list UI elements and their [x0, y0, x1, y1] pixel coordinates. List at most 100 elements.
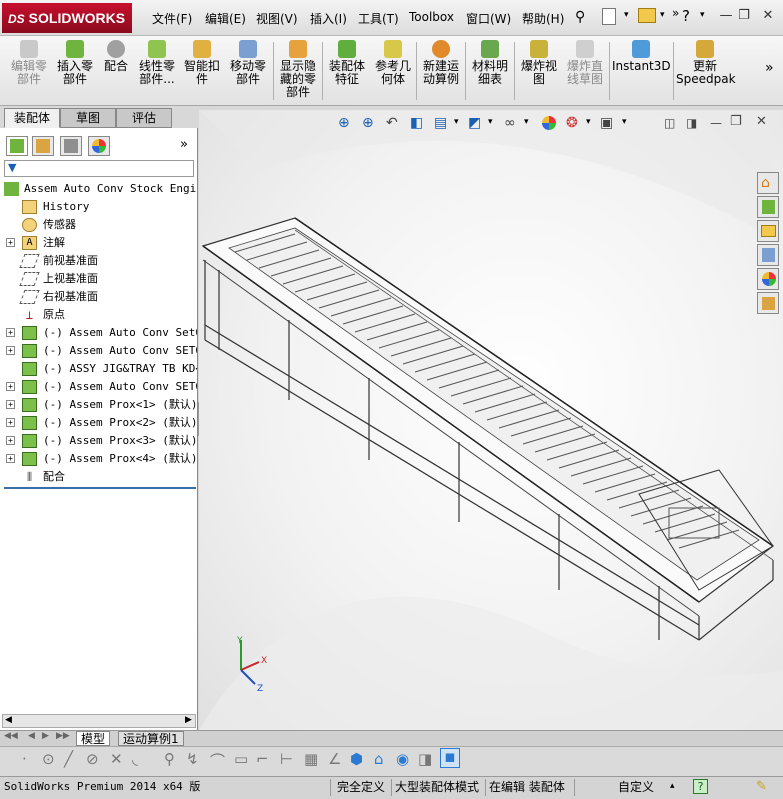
smart-fasteners-button[interactable]: 智能扣 件 — [182, 40, 222, 86]
sketch-fillet-icon[interactable]: ◟ — [132, 750, 138, 768]
tree-item-history[interactable]: History — [0, 198, 197, 216]
expand-toggle[interactable]: + — [6, 238, 15, 247]
rebuild-icon[interactable]: ✎ — [756, 779, 767, 794]
chevron-down-icon[interactable]: ▾ — [488, 117, 493, 127]
double-chevron-icon[interactable]: » — [672, 6, 679, 20]
new-document-icon[interactable] — [602, 8, 616, 25]
view-orientation-icon[interactable]: ◩ — [468, 115, 481, 131]
insert-component-button[interactable]: 插入零 部件 — [54, 40, 96, 86]
minimize-button[interactable]: — — [718, 8, 734, 24]
expand-toggle[interactable]: + — [6, 436, 15, 445]
taskpane-home-tab[interactable]: ⌂ — [757, 172, 779, 194]
centerline-icon[interactable]: ⊘ — [86, 750, 99, 768]
tree-root-assembly[interactable]: Assem Auto Conv Stock Engine — [0, 180, 197, 198]
tree-item-subassembly[interactable]: (-) ASSY JIG&TRAY TB KD<1> — [0, 360, 197, 378]
status-units[interactable]: 自定义 — [618, 778, 654, 796]
previous-view-icon[interactable]: ↶ — [386, 115, 398, 131]
assembly-features-button[interactable]: 装配体 特征 — [326, 40, 368, 86]
tree-item-sensors[interactable]: 传感器 — [0, 216, 197, 234]
exploded-view-button[interactable]: 爆炸视 图 — [518, 40, 560, 86]
solidworks-logo[interactable]: DS SOLIDWORKS — [2, 3, 132, 33]
chevron-down-icon[interactable]: ▾ — [586, 117, 591, 127]
view-settings-icon[interactable]: ▣ — [600, 115, 613, 131]
chevron-up-icon[interactable]: ▴ — [670, 781, 675, 791]
expand-toggle[interactable]: + — [6, 454, 15, 463]
zoom-to-area-icon[interactable]: ⊕ — [362, 115, 374, 131]
shaded-cube-icon[interactable]: ◼ — [440, 748, 460, 768]
expand-toggle[interactable]: + — [6, 418, 15, 427]
mate-button[interactable]: 配合 — [101, 40, 131, 73]
pin-icon[interactable]: ⚲ — [575, 9, 585, 25]
tree-item-mates[interactable]: ⦀ 配合 — [0, 468, 197, 486]
expand-panel-icon[interactable]: » — [180, 137, 188, 152]
expand-toggle[interactable]: + — [6, 382, 15, 391]
open-folder-icon[interactable] — [638, 8, 656, 23]
expand-toggle[interactable]: + — [6, 328, 15, 337]
tree-filter-box[interactable]: ▼ — [4, 160, 194, 177]
close-button[interactable]: ✕ — [760, 8, 776, 24]
menu-view[interactable]: 视图(V) — [256, 10, 298, 27]
revolve-icon[interactable]: ⌂ — [374, 750, 384, 768]
expand-toggle[interactable]: + — [6, 346, 15, 355]
tree-item-origin[interactable]: ⊥ 原点 — [0, 306, 197, 324]
taskpane-file-explorer-tab[interactable] — [757, 220, 779, 242]
doc-restore-button[interactable]: ❐ — [730, 114, 742, 129]
linear-pattern-button[interactable]: 线性零 部件... — [136, 40, 178, 86]
chevron-down-icon[interactable]: ▾ — [524, 117, 529, 127]
taskpane-design-library-tab[interactable] — [757, 196, 779, 218]
line-icon[interactable]: ╱ — [64, 750, 73, 768]
expand-toggle[interactable]: + — [6, 400, 15, 409]
doc-minimize-button[interactable]: — — [710, 116, 722, 130]
chevron-down-icon[interactable]: ▾ — [454, 117, 459, 127]
chevron-down-icon[interactable]: ▾ — [700, 10, 705, 20]
status-help-icon[interactable]: ? — [693, 779, 708, 794]
tab-motion-study[interactable]: 运动算例1 — [118, 731, 184, 746]
reference-geometry-button[interactable]: 参考几 何体 — [372, 40, 414, 86]
zoom-to-fit-icon[interactable]: ⊕ — [338, 115, 350, 131]
angle-icon[interactable]: ∠ — [328, 750, 341, 768]
corner-rectangle-icon[interactable]: ⌐ — [256, 750, 269, 768]
configuration-manager-tab[interactable] — [60, 136, 82, 156]
menu-file[interactable]: 文件(F) — [152, 10, 192, 27]
move-component-button[interactable]: 移动零 部件 — [227, 40, 269, 86]
grid-icon[interactable]: ▦ — [304, 750, 318, 768]
scroll-left-icon[interactable]: ◀ — [5, 715, 12, 725]
tree-item-right-plane[interactable]: 右视基准面 — [0, 288, 197, 306]
apply-scene-icon[interactable]: ❂ — [566, 115, 578, 131]
menu-window[interactable]: 窗口(W) — [466, 10, 511, 27]
tree-horizontal-scrollbar[interactable]: ◀ ▶ — [2, 714, 196, 728]
update-speedpak-button[interactable]: 更新 Speedpak — [676, 40, 736, 86]
point-icon[interactable]: · — [22, 750, 27, 768]
new-motion-study-button[interactable]: 新建运 动算例 — [420, 40, 462, 86]
restore-button[interactable]: ❐ — [736, 8, 752, 24]
offset-icon[interactable]: ⌒ — [210, 750, 225, 771]
tree-item-subassembly[interactable]: + (-) Assem Prox<2> (默认) — [0, 414, 197, 432]
menu-insert[interactable]: 插入(I) — [310, 10, 347, 27]
scroll-right-icon[interactable]: ▶ — [185, 715, 192, 725]
display-manager-tab[interactable] — [88, 136, 110, 156]
tab-assembly[interactable]: 装配体 — [4, 108, 60, 128]
chevron-down-icon[interactable]: ▾ — [660, 10, 665, 20]
tree-item-front-plane[interactable]: 前视基准面 — [0, 252, 197, 270]
menu-toolbox[interactable]: Toolbox — [409, 10, 454, 24]
help-question-icon[interactable]: ? — [682, 7, 690, 25]
display-style-icon[interactable]: ∞ — [504, 115, 516, 131]
chevron-down-icon[interactable]: ▾ — [624, 10, 629, 20]
tab-scroll-next-icon[interactable]: ▶ — [42, 731, 49, 741]
mirror-icon[interactable]: ⚲ — [164, 750, 175, 768]
edit-component-button[interactable]: 编辑零 部件 — [8, 40, 50, 86]
graphics-area[interactable]: Y X Z — [199, 110, 783, 730]
tree-item-top-plane[interactable]: 上视基准面 — [0, 270, 197, 288]
tile-horizontal-icon[interactable]: ◫ — [664, 116, 675, 130]
explode-line-sketch-button[interactable]: 爆炸直 线草图 — [564, 40, 606, 86]
tree-item-subassembly[interactable]: + (-) Assem Prox<1> (默认) — [0, 396, 197, 414]
tab-evaluate[interactable]: 评估 — [116, 108, 172, 128]
edit-appearance-icon[interactable] — [542, 116, 556, 130]
tab-model[interactable]: 模型 — [76, 731, 111, 746]
menu-help[interactable]: 帮助(H) — [522, 10, 564, 27]
tree-item-subassembly[interactable]: + (-) Assem Prox<4> (默认) — [0, 450, 197, 468]
smart-dimension-icon[interactable]: ⊢ — [280, 750, 293, 768]
taskpane-appearances-tab[interactable] — [757, 268, 779, 290]
dynamic-annotation-icon[interactable]: ▤ — [434, 115, 447, 131]
doc-close-button[interactable]: ✕ — [756, 114, 767, 129]
